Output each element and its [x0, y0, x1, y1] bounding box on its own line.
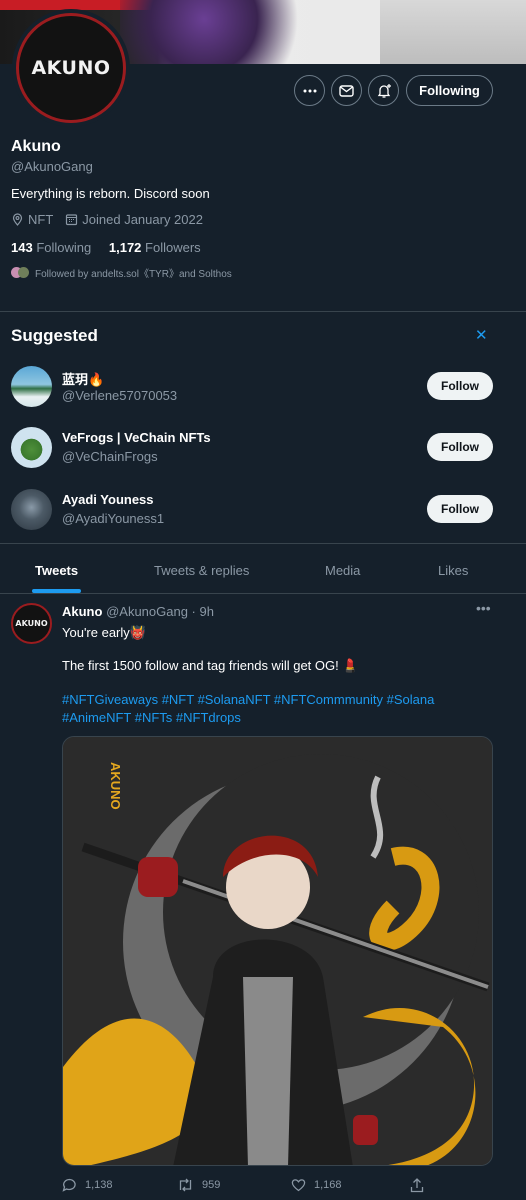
profile-counts: 143 Following 1,172 Followers	[11, 240, 201, 255]
suggested-name: Ayadi Youness	[62, 492, 154, 507]
calendar-icon	[66, 214, 78, 226]
share-button[interactable]	[410, 1178, 424, 1193]
profile-tabs: Tweets Tweets & replies Media Likes	[0, 555, 526, 593]
tab-likes[interactable]: Likes	[438, 563, 468, 578]
retweet-button[interactable]: 959	[177, 1178, 220, 1192]
suggested-title: Suggested	[11, 326, 98, 345]
followers-link[interactable]: 1,172 Followers	[109, 240, 201, 255]
more-icon	[303, 89, 316, 92]
suggested-user[interactable]: Ayadi Youness @AyadiYouness1 Follow	[11, 489, 493, 531]
tweet-artwork: AKUNO	[63, 737, 492, 1165]
reply-button[interactable]: 1,138	[62, 1178, 113, 1192]
suggested-handle: @VeChainFrogs	[62, 449, 158, 464]
tab-tweets-replies[interactable]: Tweets & replies	[154, 563, 249, 578]
envelope-icon	[339, 84, 354, 97]
banner-character-art	[120, 0, 330, 64]
following-button[interactable]: Following	[406, 75, 493, 106]
tweet-actions: 1,138 959 1,168	[62, 1178, 493, 1196]
profile-name: Akuno	[11, 138, 61, 155]
reply-count: 1,138	[85, 1179, 113, 1191]
suggested-handle: @Verlene57070053	[62, 388, 178, 403]
tweet-header: Akuno @AkunoGang · 9h	[62, 604, 214, 619]
tweet-more-icon[interactable]: •••	[476, 600, 491, 616]
suggested-avatar	[11, 366, 52, 407]
suggested-name: VeFrogs | VeChain NFTs	[62, 430, 211, 445]
followed-by-text: Followed by andelts.sol《TYR》and Solthos	[35, 269, 232, 280]
following-count: 143	[11, 240, 33, 255]
profile-avatar[interactable]: AKUNO	[12, 9, 130, 127]
more-options-button[interactable]	[294, 75, 325, 106]
follow-button[interactable]: Follow	[427, 372, 493, 400]
profile-handle: @AkunoGang	[11, 159, 93, 174]
banner-art-right	[380, 0, 526, 64]
artwork-logo-text: AKUNO	[108, 762, 123, 810]
divider	[0, 593, 526, 594]
heart-icon	[291, 1179, 306, 1192]
tweet-hashtags[interactable]: #NFTGiveaways #NFT #SolanaNFT #NFTCommmu…	[62, 691, 502, 727]
retweet-count: 959	[202, 1179, 221, 1191]
suggested-user[interactable]: 蓝玥🔥 @Verlene57070053 Follow	[11, 366, 493, 408]
suggested-handle: @AyadiYouness1	[62, 511, 165, 526]
divider	[0, 311, 526, 312]
location-icon	[12, 213, 23, 226]
follow-button[interactable]: Follow	[427, 495, 493, 523]
suggested-name: 蓝玥🔥	[62, 372, 105, 387]
divider	[0, 543, 526, 544]
tweet-author-name[interactable]: Akuno	[62, 604, 102, 619]
following-label: Following	[36, 240, 92, 255]
tweet-avatar-text: AKUNO	[15, 619, 48, 628]
profile-bio: Everything is reborn. Discord soon	[11, 186, 210, 201]
like-button[interactable]: 1,168	[291, 1178, 342, 1192]
message-button[interactable]	[331, 75, 362, 106]
reply-icon	[62, 1178, 76, 1192]
tweet-text-line: The first 1500 follow and tag friends wi…	[62, 658, 359, 673]
tweet-avatar[interactable]: AKUNO	[11, 603, 52, 644]
tab-media[interactable]: Media	[325, 563, 360, 578]
follow-button[interactable]: Follow	[427, 433, 493, 461]
tab-tweets[interactable]: Tweets	[35, 563, 78, 578]
bell-plus-icon	[377, 83, 391, 98]
like-count: 1,168	[314, 1179, 342, 1191]
notifications-button[interactable]	[368, 75, 399, 106]
tweet-text-line: You're early👹	[62, 625, 146, 640]
close-icon[interactable]: ✕	[475, 326, 488, 344]
tweet-image[interactable]: AKUNO	[62, 736, 493, 1166]
suggested-avatar	[11, 427, 52, 468]
retweet-icon	[179, 1178, 192, 1192]
share-icon	[410, 1178, 424, 1193]
profile-meta: NFT Joined January 2022	[11, 212, 203, 227]
followers-label: Followers	[145, 240, 201, 255]
followers-count: 1,172	[108, 240, 142, 255]
avatar-logo-text: AKUNO	[31, 57, 111, 79]
profile-location: NFT	[28, 212, 54, 227]
suggested-user[interactable]: VeFrogs | VeChain NFTs @VeChainFrogs Fol…	[11, 427, 493, 469]
followed-by-row[interactable]: Followed by andelts.sol《TYR》and Solthos	[11, 265, 232, 280]
profile-joined: Joined January 2022	[82, 212, 203, 227]
follower-avatar	[18, 267, 29, 278]
following-link[interactable]: 143 Following	[11, 240, 91, 255]
suggested-avatar	[11, 489, 52, 530]
tweet-handle-time: @AkunoGang · 9h	[106, 604, 214, 619]
